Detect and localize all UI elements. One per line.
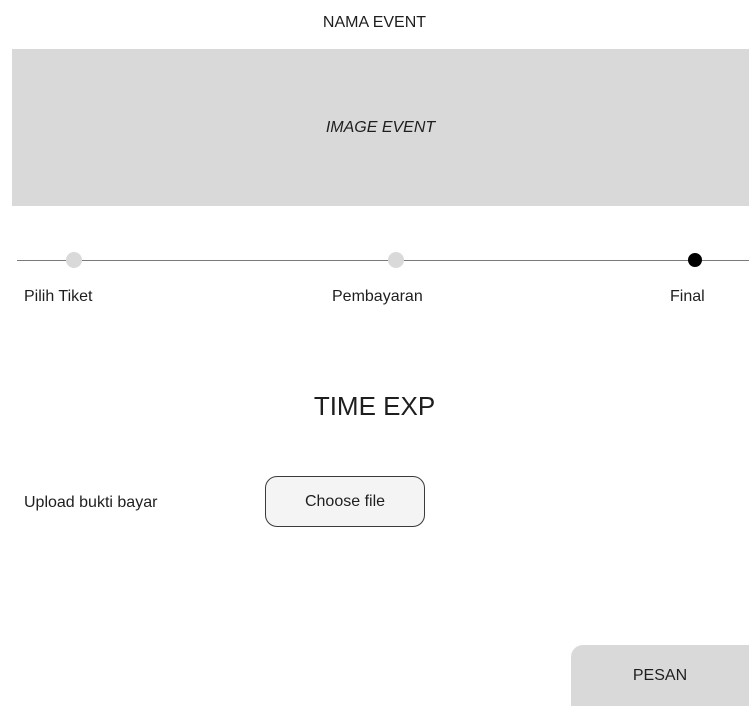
pesan-button[interactable]: PESAN	[571, 645, 749, 706]
progress-stepper: Pilih Tiket Pembayaran Final	[0, 240, 749, 320]
step-dot-pilih-tiket	[66, 252, 82, 268]
event-image-label: IMAGE EVENT	[325, 118, 436, 136]
stepper-line	[17, 260, 749, 261]
step-label-final: Final	[670, 288, 705, 305]
event-image-placeholder: IMAGE EVENT	[12, 49, 749, 206]
step-dot-final	[688, 253, 702, 267]
choose-file-button[interactable]: Choose file	[265, 476, 425, 527]
step-dot-pembayaran	[388, 252, 404, 268]
time-exp-label: TIME EXP	[313, 391, 436, 421]
upload-label: Upload bukti bayar	[24, 494, 158, 511]
event-title: NAMA EVENT	[322, 14, 427, 31]
step-label-pembayaran: Pembayaran	[332, 288, 423, 305]
step-label-pilih-tiket: Pilih Tiket	[24, 288, 93, 305]
